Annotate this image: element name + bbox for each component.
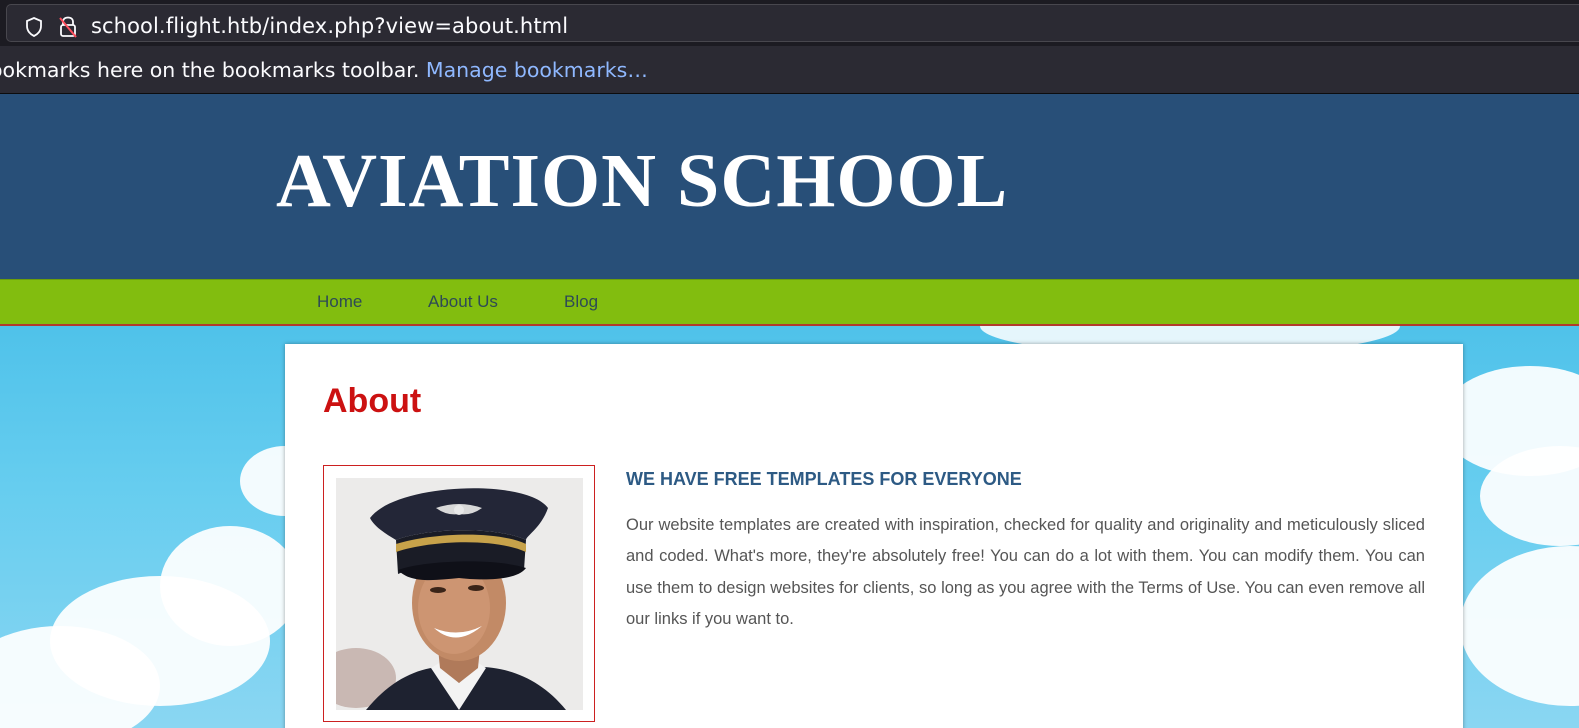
browser-toolbar: school.flight.htb/index.php?view=about.h… xyxy=(0,0,1579,46)
shield-icon[interactable] xyxy=(25,17,43,37)
nav-blog[interactable]: Blog xyxy=(564,292,598,312)
bookmarks-hint: ookmarks here on the bookmarks toolbar. … xyxy=(0,58,648,82)
pilot-photo xyxy=(336,478,583,710)
web-page: AVIATION SCHOOL Home About Us Blog About xyxy=(0,94,1579,728)
site-title: AVIATION SCHOOL xyxy=(276,139,1009,223)
body-text: Our website templates are created with i… xyxy=(626,516,1425,628)
url-text[interactable]: school.flight.htb/index.php?view=about.h… xyxy=(91,14,568,38)
site-header: AVIATION SCHOOL xyxy=(0,94,1579,279)
bookmarks-toolbar: ookmarks here on the bookmarks toolbar. … xyxy=(0,46,1579,94)
bookmarks-hint-text: ookmarks here on the bookmarks toolbar. xyxy=(0,58,426,82)
nav-about-us[interactable]: About Us xyxy=(428,292,498,312)
section-title: WE HAVE FREE TEMPLATES FOR EVERYONE xyxy=(626,469,1022,489)
page-heading: About xyxy=(323,382,422,420)
content-panel: About WE HAVE FREE TEMPLATES FOR EVERYON… xyxy=(285,344,1463,728)
pilot-photo-frame xyxy=(323,465,595,722)
nav-home[interactable]: Home xyxy=(317,292,362,312)
lock-insecure-icon[interactable] xyxy=(58,16,78,38)
url-bar[interactable]: school.flight.htb/index.php?view=about.h… xyxy=(6,4,1579,42)
manage-bookmarks-link[interactable]: Manage bookmarks… xyxy=(426,58,648,82)
main-nav: Home About Us Blog xyxy=(0,279,1579,326)
